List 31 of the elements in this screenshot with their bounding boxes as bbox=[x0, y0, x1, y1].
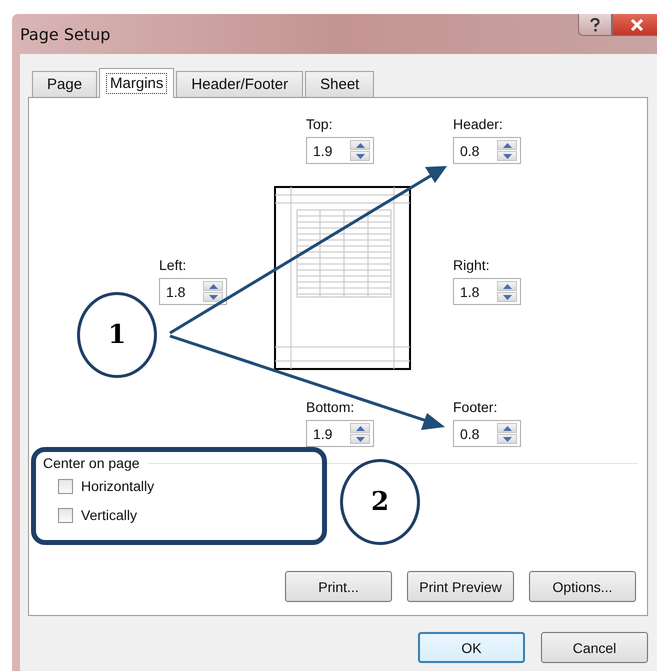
window-title: Page Setup bbox=[20, 24, 110, 44]
tab[interactable]: Sheet bbox=[305, 71, 374, 97]
field-label: Header: bbox=[453, 115, 503, 133]
spin-box[interactable]: 1.8 bbox=[453, 278, 521, 305]
dialog-button[interactable]: Print Preview bbox=[407, 571, 514, 602]
field-label: Bottom: bbox=[306, 398, 354, 416]
close-button[interactable] bbox=[612, 14, 657, 36]
checkbox[interactable] bbox=[58, 479, 73, 494]
dialog-button[interactable]: OK bbox=[418, 632, 525, 663]
dialog-button[interactable]: Options... bbox=[529, 571, 636, 602]
field-label: Right: bbox=[453, 256, 490, 274]
field-label: Top: bbox=[306, 115, 332, 133]
dialog-button[interactable]: Print... bbox=[285, 571, 392, 602]
tab[interactable]: Page bbox=[32, 71, 98, 97]
tab[interactable]: Header/Footer bbox=[176, 71, 304, 97]
checkbox-label: Horizontally bbox=[81, 478, 154, 495]
spin-box[interactable]: 0.8 bbox=[453, 137, 521, 164]
field-label: Footer: bbox=[453, 398, 498, 416]
dialog-button[interactable]: Cancel bbox=[541, 632, 648, 663]
help-icon bbox=[590, 18, 600, 32]
spin-box[interactable]: 1.9 bbox=[306, 420, 374, 447]
tab[interactable]: Margins bbox=[99, 68, 174, 98]
spin-box[interactable]: 0.8 bbox=[453, 420, 521, 447]
spin-box[interactable]: 1.9 bbox=[306, 137, 374, 164]
checkbox[interactable] bbox=[58, 508, 73, 523]
help-button[interactable] bbox=[578, 14, 612, 36]
close-icon bbox=[630, 18, 644, 30]
checkbox-label: Vertically bbox=[81, 507, 138, 524]
group-title: Center on page bbox=[43, 454, 140, 472]
spin-box[interactable]: 1.8 bbox=[159, 278, 227, 305]
field-label: Left: bbox=[159, 256, 186, 274]
